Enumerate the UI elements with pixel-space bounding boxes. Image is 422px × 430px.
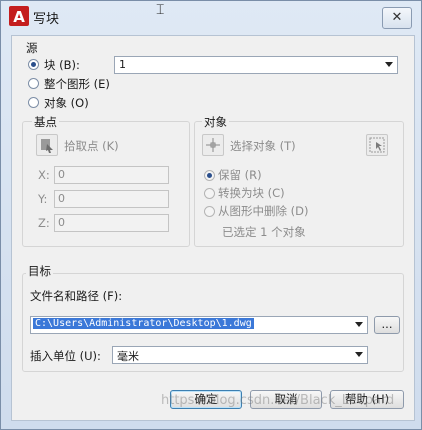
chevron-down-icon (355, 352, 363, 357)
insert-units-label: 插入单位 (U): (30, 349, 101, 363)
pick-point-button[interactable] (36, 134, 58, 156)
radio-delete-from-drawing[interactable] (204, 206, 215, 217)
source-heading: 源 (26, 41, 38, 55)
z-label: Z: (38, 216, 50, 230)
path-combo[interactable]: C:\Users\Administrator\Desktop\1.dwg (30, 316, 368, 334)
window-title: 写块 (33, 12, 60, 27)
title-bar[interactable]: A 写块 ⌶ ✕ (1, 1, 421, 31)
insert-units-value: 毫米 (117, 350, 139, 363)
pick-point-icon (41, 139, 53, 153)
chevron-down-icon (355, 322, 363, 327)
svg-text:A: A (13, 8, 25, 26)
close-button[interactable]: ✕ (382, 7, 412, 29)
path-value[interactable]: C:\Users\Administrator\Desktop\1.dwg (33, 318, 254, 329)
dialog-body: 源 块 (B): 1 整个图形 (E) 对象 (O) 基点 拾取点 (K) X:… (11, 35, 415, 421)
block-name-combo[interactable]: 1 (114, 56, 398, 74)
watermark-text: https://blog.csdn.net/Black_Leopard (161, 393, 395, 408)
radio-objects[interactable] (28, 97, 39, 108)
radio-objects-label[interactable]: 对象 (O) (44, 95, 89, 111)
select-objects-label: 选择对象 (T) (230, 139, 296, 153)
radio-block-label[interactable]: 块 (B): (44, 57, 80, 73)
y-field[interactable]: 0 (54, 190, 169, 208)
browse-button[interactable]: ... (374, 316, 400, 334)
z-field[interactable]: 0 (54, 214, 169, 232)
x-field[interactable]: 0 (54, 166, 169, 184)
radio-convert-to-block-label[interactable]: 转换为块 (C) (218, 185, 285, 201)
selection-status: 已选定 1 个对象 (222, 225, 306, 239)
y-label: Y: (38, 192, 48, 206)
radio-retain[interactable] (204, 170, 215, 181)
autocad-app-icon: A (9, 6, 29, 26)
radio-retain-label[interactable]: 保留 (R) (218, 167, 262, 183)
select-objects-button[interactable] (202, 134, 224, 156)
chevron-down-icon (385, 62, 393, 67)
radio-entire-drawing[interactable] (28, 78, 39, 89)
base-point-heading: 基点 (32, 114, 59, 130)
x-label: X: (38, 168, 50, 182)
radio-delete-from-drawing-label[interactable]: 从图形中删除 (D) (218, 203, 308, 219)
quick-select-button[interactable] (366, 134, 388, 156)
target-heading: 目标 (26, 263, 53, 279)
radio-entire-drawing-label[interactable]: 整个图形 (E) (44, 76, 110, 92)
crosshair-icon (206, 138, 220, 152)
insert-units-combo[interactable]: 毫米 (112, 346, 368, 364)
path-label: 文件名和路径 (F): (30, 289, 123, 303)
block-name-value: 1 (119, 58, 126, 71)
write-block-dialog: A 写块 ⌶ ✕ 源 块 (B): 1 整个图形 (E) 对象 (O) 基点 拾… (0, 0, 422, 430)
quick-select-icon (369, 137, 385, 153)
radio-convert-to-block[interactable] (204, 188, 215, 199)
pick-point-label: 拾取点 (K) (64, 139, 119, 153)
radio-block[interactable] (28, 59, 39, 70)
objects-heading: 对象 (202, 114, 229, 130)
text-cursor-icon: ⌶ (156, 2, 165, 18)
